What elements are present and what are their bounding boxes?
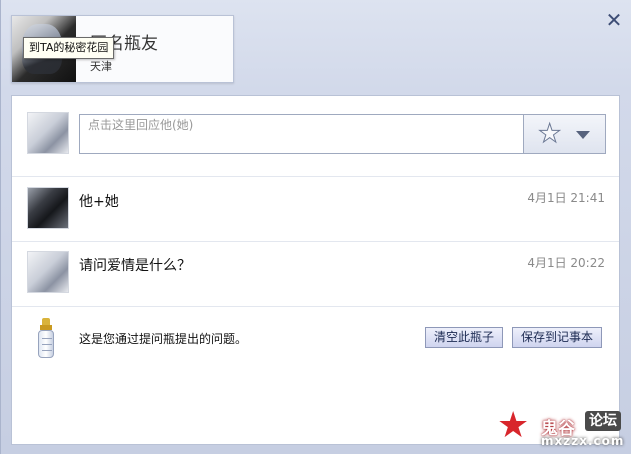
reply-row: 点击这里回应他(她) ★ bbox=[12, 96, 619, 177]
list-item: 他+她 4月1日 21:41 bbox=[12, 177, 619, 242]
close-icon[interactable]: ✕ bbox=[604, 10, 624, 30]
secret-garden-tooltip: 到TA的秘密花园 bbox=[23, 37, 115, 59]
dialog-frame: ✕ 匿名瓶友 天津 到TA的秘密花园 点击这里回应他(她) ★ 他+她 4月1日… bbox=[0, 0, 631, 454]
profile-city: 天津 bbox=[90, 60, 112, 73]
avatar bbox=[27, 112, 69, 154]
reply-input[interactable]: 点击这里回应他(她) bbox=[79, 114, 524, 154]
list-item: 请问爱情是什么？ 4月1日 20:22 bbox=[12, 242, 619, 307]
message-text: 请问爱情是什么？ bbox=[79, 258, 191, 274]
clear-bottle-button[interactable]: 清空此瓶子 bbox=[425, 327, 504, 348]
conversation-panel: 点击这里回应他(她) ★ 他+她 4月1日 21:41 请问爱情是什么？ 4月1… bbox=[11, 95, 620, 445]
watermark-logo: ★ 鬼谷 论坛 mxzzx.com bbox=[491, 404, 631, 454]
footer-note: 这是您通过提问瓶提出的问题。 bbox=[79, 332, 248, 346]
message-time: 4月1日 20:22 bbox=[527, 256, 605, 270]
avatar bbox=[27, 251, 69, 293]
bottle-icon bbox=[38, 318, 54, 358]
avatar bbox=[27, 187, 69, 229]
magic-wand-star-icon: ★ bbox=[537, 119, 562, 150]
star-logo-icon: ★ bbox=[497, 405, 530, 446]
watermark-url: mxzzx.com bbox=[541, 434, 625, 448]
save-to-notebook-button[interactable]: 保存到记事本 bbox=[512, 327, 603, 348]
watermark-badge: 论坛 bbox=[585, 411, 621, 431]
footer-row: 这是您通过提问瓶提出的问题。 清空此瓶子 保存到记事本 bbox=[12, 307, 619, 367]
chevron-down-icon bbox=[576, 131, 590, 139]
emoticon-dropdown-button[interactable]: ★ bbox=[524, 114, 606, 154]
message-text: 他+她 bbox=[79, 194, 119, 210]
message-time: 4月1日 21:41 bbox=[527, 191, 605, 205]
